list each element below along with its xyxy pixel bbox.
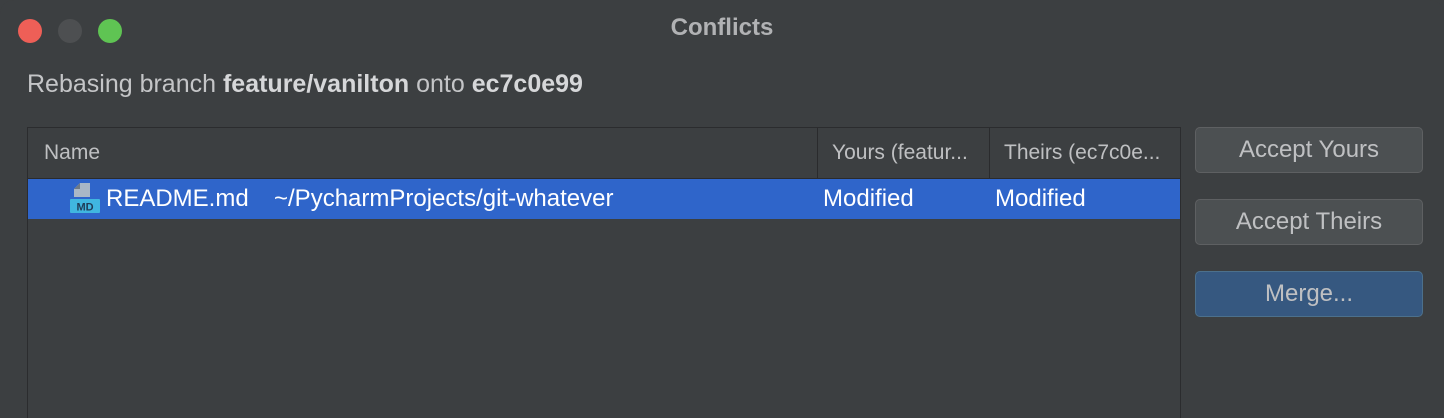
- file-path: ~/PycharmProjects/git-whatever: [274, 185, 614, 212]
- file-type-label: MD: [76, 202, 93, 214]
- column-divider[interactable]: [989, 128, 990, 178]
- conflicts-dialog: Conflicts Rebasing branch feature/vanilt…: [0, 0, 1444, 418]
- theirs-status: Modified: [995, 185, 1086, 212]
- yours-status: Modified: [823, 185, 914, 212]
- markdown-file-icon: MD: [70, 183, 100, 214]
- column-header-theirs[interactable]: Theirs (ec7c0e...: [1004, 128, 1178, 178]
- table-row[interactable]: MD README.md ~/PycharmProjects/git-whate…: [28, 179, 1180, 219]
- title-bar: Conflicts: [0, 0, 1444, 60]
- accept-theirs-button[interactable]: Accept Theirs: [1195, 199, 1423, 245]
- column-divider[interactable]: [817, 128, 818, 178]
- accept-yours-button[interactable]: Accept Yours: [1195, 127, 1423, 173]
- table-header: Name Yours (featur... Theirs (ec7c0e...: [28, 128, 1180, 179]
- window-title: Conflicts: [670, 14, 774, 41]
- rebase-middle: onto: [416, 70, 465, 98]
- rebase-target: ec7c0e99: [471, 70, 583, 98]
- rebase-branch: feature/vanilton: [222, 70, 410, 98]
- column-header-name[interactable]: Name: [44, 128, 804, 178]
- rebase-prefix: Rebasing branch: [27, 70, 217, 98]
- rebase-description: Rebasing branch feature/vanilton onto ec…: [27, 70, 583, 99]
- conflicts-table[interactable]: Name Yours (featur... Theirs (ec7c0e... …: [27, 127, 1181, 418]
- column-header-yours[interactable]: Yours (featur...: [832, 128, 986, 178]
- file-name: README.md: [106, 185, 249, 212]
- merge-button[interactable]: Merge...: [1195, 271, 1423, 317]
